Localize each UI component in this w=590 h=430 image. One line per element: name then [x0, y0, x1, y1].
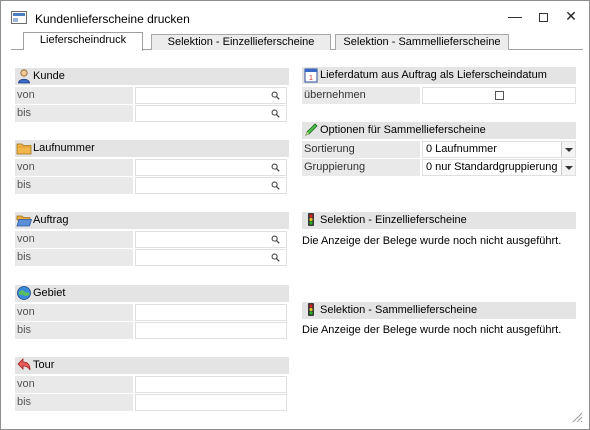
maximize-icon: [538, 12, 548, 22]
globe-icon: [17, 286, 31, 300]
field-label: bis: [15, 322, 133, 339]
window-title: Kundenlieferscheine drucken: [35, 12, 190, 26]
field-label: bis: [15, 177, 133, 194]
section-auftrag: Auftrag: [15, 212, 289, 229]
field-label: bis: [15, 249, 133, 266]
section-lieferdatum: 1 Lieferdatum aus Auftrag als Liefersche…: [302, 67, 576, 84]
return-arrow-icon: [17, 358, 31, 371]
section-title: Kunde: [33, 70, 65, 82]
kunde-bis-row: bis: [15, 105, 289, 122]
auftrag-von-row: von: [15, 231, 289, 248]
einzel-status-message: Die Anzeige der Belege wurde noch nicht …: [302, 235, 562, 247]
open-folder-icon: [16, 215, 32, 227]
section-selektion-sammel: Selektion - Sammellieferscheine: [302, 302, 576, 319]
search-icon[interactable]: [271, 163, 280, 172]
auftrag-von-input[interactable]: [135, 231, 287, 248]
field-label: übernehmen: [302, 87, 420, 104]
search-icon[interactable]: [271, 181, 280, 190]
gebiet-von-input[interactable]: [135, 304, 287, 321]
pencil-icon: [305, 123, 318, 136]
field-label: bis: [15, 394, 133, 411]
section-title: Lieferdatum aus Auftrag als Lieferschein…: [320, 69, 547, 81]
field-label: von: [15, 87, 133, 104]
tab-strip: Lieferscheindruck Selektion - Einzellief…: [11, 32, 583, 51]
section-optionen: Optionen für Sammellieferscheine: [302, 122, 576, 139]
gebiet-bis-input[interactable]: [135, 322, 287, 339]
sortierung-value: 0 Laufnummer: [426, 143, 497, 155]
section-title: Gebiet: [33, 287, 66, 299]
uebernehmen-row: übernehmen: [302, 87, 576, 104]
section-tour: Tour: [15, 357, 289, 374]
field-label: von: [15, 231, 133, 248]
gebiet-bis-row: bis: [15, 322, 289, 339]
section-selektion-einzel: Selektion - Einzellieferscheine: [302, 212, 576, 229]
section-title: Tour: [33, 359, 55, 371]
field-label: von: [15, 376, 133, 393]
resize-grip-icon[interactable]: [571, 411, 583, 423]
field-label: Gruppierung: [302, 159, 420, 176]
minimize-button[interactable]: —: [503, 5, 527, 27]
laufnummer-bis-row: bis: [15, 177, 289, 194]
gruppierung-row: Gruppierung 0 nur Standardgruppierung: [302, 159, 576, 176]
gebiet-von-row: von: [15, 304, 289, 321]
traffic-light-icon: [308, 303, 314, 316]
laufnummer-bis-input[interactable]: [135, 177, 287, 194]
kunde-von-row: von: [15, 87, 289, 104]
gruppierung-value: 0 nur Standardgruppierung: [426, 161, 558, 173]
folder-icon: [16, 143, 32, 155]
chevron-down-icon[interactable]: [561, 160, 575, 175]
gruppierung-select[interactable]: 0 nur Standardgruppierung: [422, 159, 576, 176]
auftrag-bis-row: bis: [15, 249, 289, 266]
laufnummer-von-input[interactable]: [135, 159, 287, 176]
tour-von-input[interactable]: [135, 376, 287, 393]
laufnummer-von-row: von: [15, 159, 289, 176]
section-kunde: Kunde: [15, 68, 289, 85]
calendar-icon: 1: [304, 68, 318, 83]
tour-von-row: von: [15, 376, 289, 393]
section-title: Selektion - Einzellieferscheine: [320, 214, 467, 226]
app-icon: [11, 11, 27, 24]
title-bar: Kundenlieferscheine drucken — ✕: [1, 1, 589, 32]
search-icon[interactable]: [271, 235, 280, 244]
field-label: von: [15, 304, 133, 321]
section-title: Selektion - Sammellieferscheine: [320, 304, 478, 316]
tab-selektion-sammel[interactable]: Selektion - Sammellieferscheine: [335, 34, 509, 50]
search-icon[interactable]: [271, 109, 280, 118]
person-icon: [18, 69, 30, 84]
traffic-light-icon: [308, 213, 314, 226]
maximize-button[interactable]: [531, 5, 555, 27]
close-button[interactable]: ✕: [559, 5, 583, 27]
field-label: von: [15, 159, 133, 176]
sammel-status-message: Die Anzeige der Belege wurde noch nicht …: [302, 324, 562, 336]
search-icon[interactable]: [271, 253, 280, 262]
tab-lieferscheindruck[interactable]: Lieferscheindruck: [12, 32, 143, 51]
kunde-von-input[interactable]: [135, 87, 287, 104]
sortierung-select[interactable]: 0 Laufnummer: [422, 141, 576, 158]
field-label: Sortierung: [302, 141, 420, 158]
uebernehmen-checkbox[interactable]: [495, 91, 504, 100]
svg-text:1: 1: [309, 75, 313, 82]
section-title: Auftrag: [33, 214, 69, 226]
field-label: bis: [15, 105, 133, 122]
tour-bis-row: bis: [15, 394, 289, 411]
search-icon[interactable]: [271, 91, 280, 100]
auftrag-bis-input[interactable]: [135, 249, 287, 266]
dialog-window: Kundenlieferscheine drucken — ✕ Liefersc…: [0, 0, 590, 430]
section-title: Optionen für Sammellieferscheine: [320, 124, 486, 136]
kunde-bis-input[interactable]: [135, 105, 287, 122]
section-title: Laufnummer: [33, 142, 95, 154]
section-gebiet: Gebiet: [15, 285, 289, 302]
sortierung-row: Sortierung 0 Laufnummer: [302, 141, 576, 158]
section-laufnummer: Laufnummer: [15, 140, 289, 157]
tour-bis-input[interactable]: [135, 394, 287, 411]
chevron-down-icon[interactable]: [561, 142, 575, 157]
uebernehmen-field: [422, 87, 576, 104]
tab-selektion-einzel[interactable]: Selektion - Einzellieferscheine: [151, 34, 331, 50]
